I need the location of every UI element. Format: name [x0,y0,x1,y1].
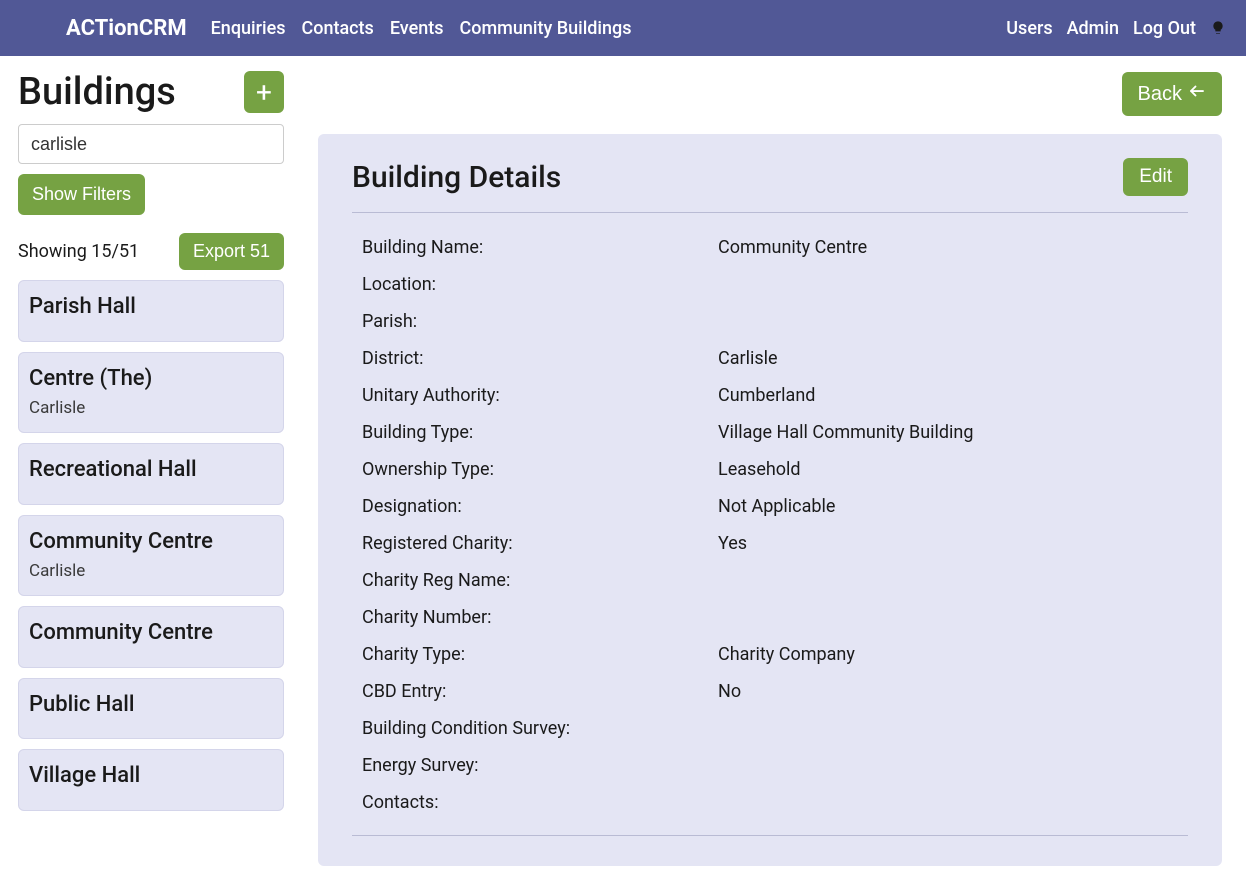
field-value: No [718,681,1178,702]
field-label: Charity Number: [362,607,718,628]
building-card-title: Centre (The) [29,365,273,393]
edit-button[interactable]: Edit [1123,158,1188,196]
field-value: Charity Company [718,644,1178,665]
fields-list: Building Name:Community CentreLocation:P… [352,229,1188,821]
main-content: Back Building Details Edit Building Name… [302,56,1246,893]
field-row: Building Type:Village Hall Community Bui… [352,414,1188,451]
nav-events[interactable]: Events [390,18,444,39]
building-card[interactable]: Parish Hall [18,280,284,342]
building-card[interactable]: Public Hall [18,678,284,740]
building-card-title: Recreational Hall [29,456,273,484]
showing-count: Showing 15/51 [18,241,139,262]
field-value [718,718,1178,739]
building-card-sub: Carlisle [29,398,273,418]
plus-icon: + [256,76,272,109]
details-title: Building Details [352,160,561,195]
field-value [718,311,1178,332]
nav-links: Enquiries Contacts Events Community Buil… [211,18,632,39]
field-label: Building Condition Survey: [362,718,718,739]
arrow-left-icon [1188,82,1206,106]
field-row: Building Name:Community Centre [352,229,1188,266]
field-value: Not Applicable [718,496,1178,517]
building-card[interactable]: Centre (The) Carlisle [18,352,284,434]
field-label: Contacts: [362,792,718,813]
field-label: Building Type: [362,422,718,443]
building-card-title: Community Centre [29,619,273,647]
field-label: Unitary Authority: [362,385,718,406]
field-row: Location: [352,266,1188,303]
field-row: Unitary Authority:Cumberland [352,377,1188,414]
field-label: CBD Entry: [362,681,718,702]
field-label: Energy Survey: [362,755,718,776]
field-row: Energy Survey: [352,747,1188,784]
nav-right: Users Admin Log Out [1006,18,1226,39]
sidebar: Buildings + Show Filters Showing 15/51 E… [0,56,302,893]
field-label: Location: [362,274,718,295]
building-card[interactable]: Village Hall [18,749,284,811]
field-value [718,755,1178,776]
nav-enquiries[interactable]: Enquiries [211,18,286,39]
nav-contacts[interactable]: Contacts [301,18,373,39]
field-label: Registered Charity: [362,533,718,554]
brand[interactable]: ACTionCRM [66,16,187,41]
building-card[interactable]: Community Centre [18,606,284,668]
nav-community-buildings[interactable]: Community Buildings [460,18,632,39]
field-label: District: [362,348,718,369]
field-label: Charity Type: [362,644,718,665]
show-filters-button[interactable]: Show Filters [18,174,145,215]
field-row: Charity Type:Charity Company [352,636,1188,673]
field-value: Community Centre [718,237,1178,258]
back-button[interactable]: Back [1122,72,1222,116]
field-value [718,274,1178,295]
top-nav: ACTionCRM Enquiries Contacts Events Comm… [0,0,1246,56]
field-label: Ownership Type: [362,459,718,480]
field-label: Charity Reg Name: [362,570,718,591]
field-value: Carlisle [718,348,1178,369]
field-row: CBD Entry:No [352,673,1188,710]
building-card[interactable]: Community Centre Carlisle [18,515,284,597]
field-row: District:Carlisle [352,340,1188,377]
field-row: Parish: [352,303,1188,340]
field-row: Building Condition Survey: [352,710,1188,747]
field-value: Yes [718,533,1178,554]
field-row: Designation:Not Applicable [352,488,1188,525]
field-label: Building Name: [362,237,718,258]
divider [352,212,1188,213]
field-row: Ownership Type:Leasehold [352,451,1188,488]
building-details-panel: Building Details Edit Building Name:Comm… [318,134,1222,866]
building-list: Parish Hall Centre (The) Carlisle Recreatio… [18,280,284,811]
building-card-title: Village Hall [29,762,273,790]
field-value: Village Hall Community Building [718,422,1178,443]
building-card-title: Public Hall [29,691,273,719]
field-row: Registered Charity:Yes [352,525,1188,562]
building-card-sub: Carlisle [29,561,273,581]
sidebar-title: Buildings [18,70,176,114]
back-label: Back [1138,83,1182,106]
field-row: Charity Reg Name: [352,562,1188,599]
export-button[interactable]: Export 51 [179,233,284,270]
nav-admin[interactable]: Admin [1067,18,1119,39]
building-card[interactable]: Recreational Hall [18,443,284,505]
field-value: Cumberland [718,385,1178,406]
add-building-button[interactable]: + [244,71,284,113]
building-card-title: Parish Hall [29,293,273,321]
field-label: Designation: [362,496,718,517]
field-value: Leasehold [718,459,1178,480]
lightbulb-icon[interactable] [1210,20,1226,36]
field-row: Contacts: [352,784,1188,821]
field-value [718,570,1178,591]
building-card-title: Community Centre [29,528,273,556]
search-input[interactable] [18,124,284,164]
field-row: Charity Number: [352,599,1188,636]
field-label: Parish: [362,311,718,332]
nav-users[interactable]: Users [1006,18,1052,39]
divider [352,835,1188,836]
field-value [718,607,1178,628]
nav-logout[interactable]: Log Out [1133,18,1196,39]
field-value [718,792,1178,813]
